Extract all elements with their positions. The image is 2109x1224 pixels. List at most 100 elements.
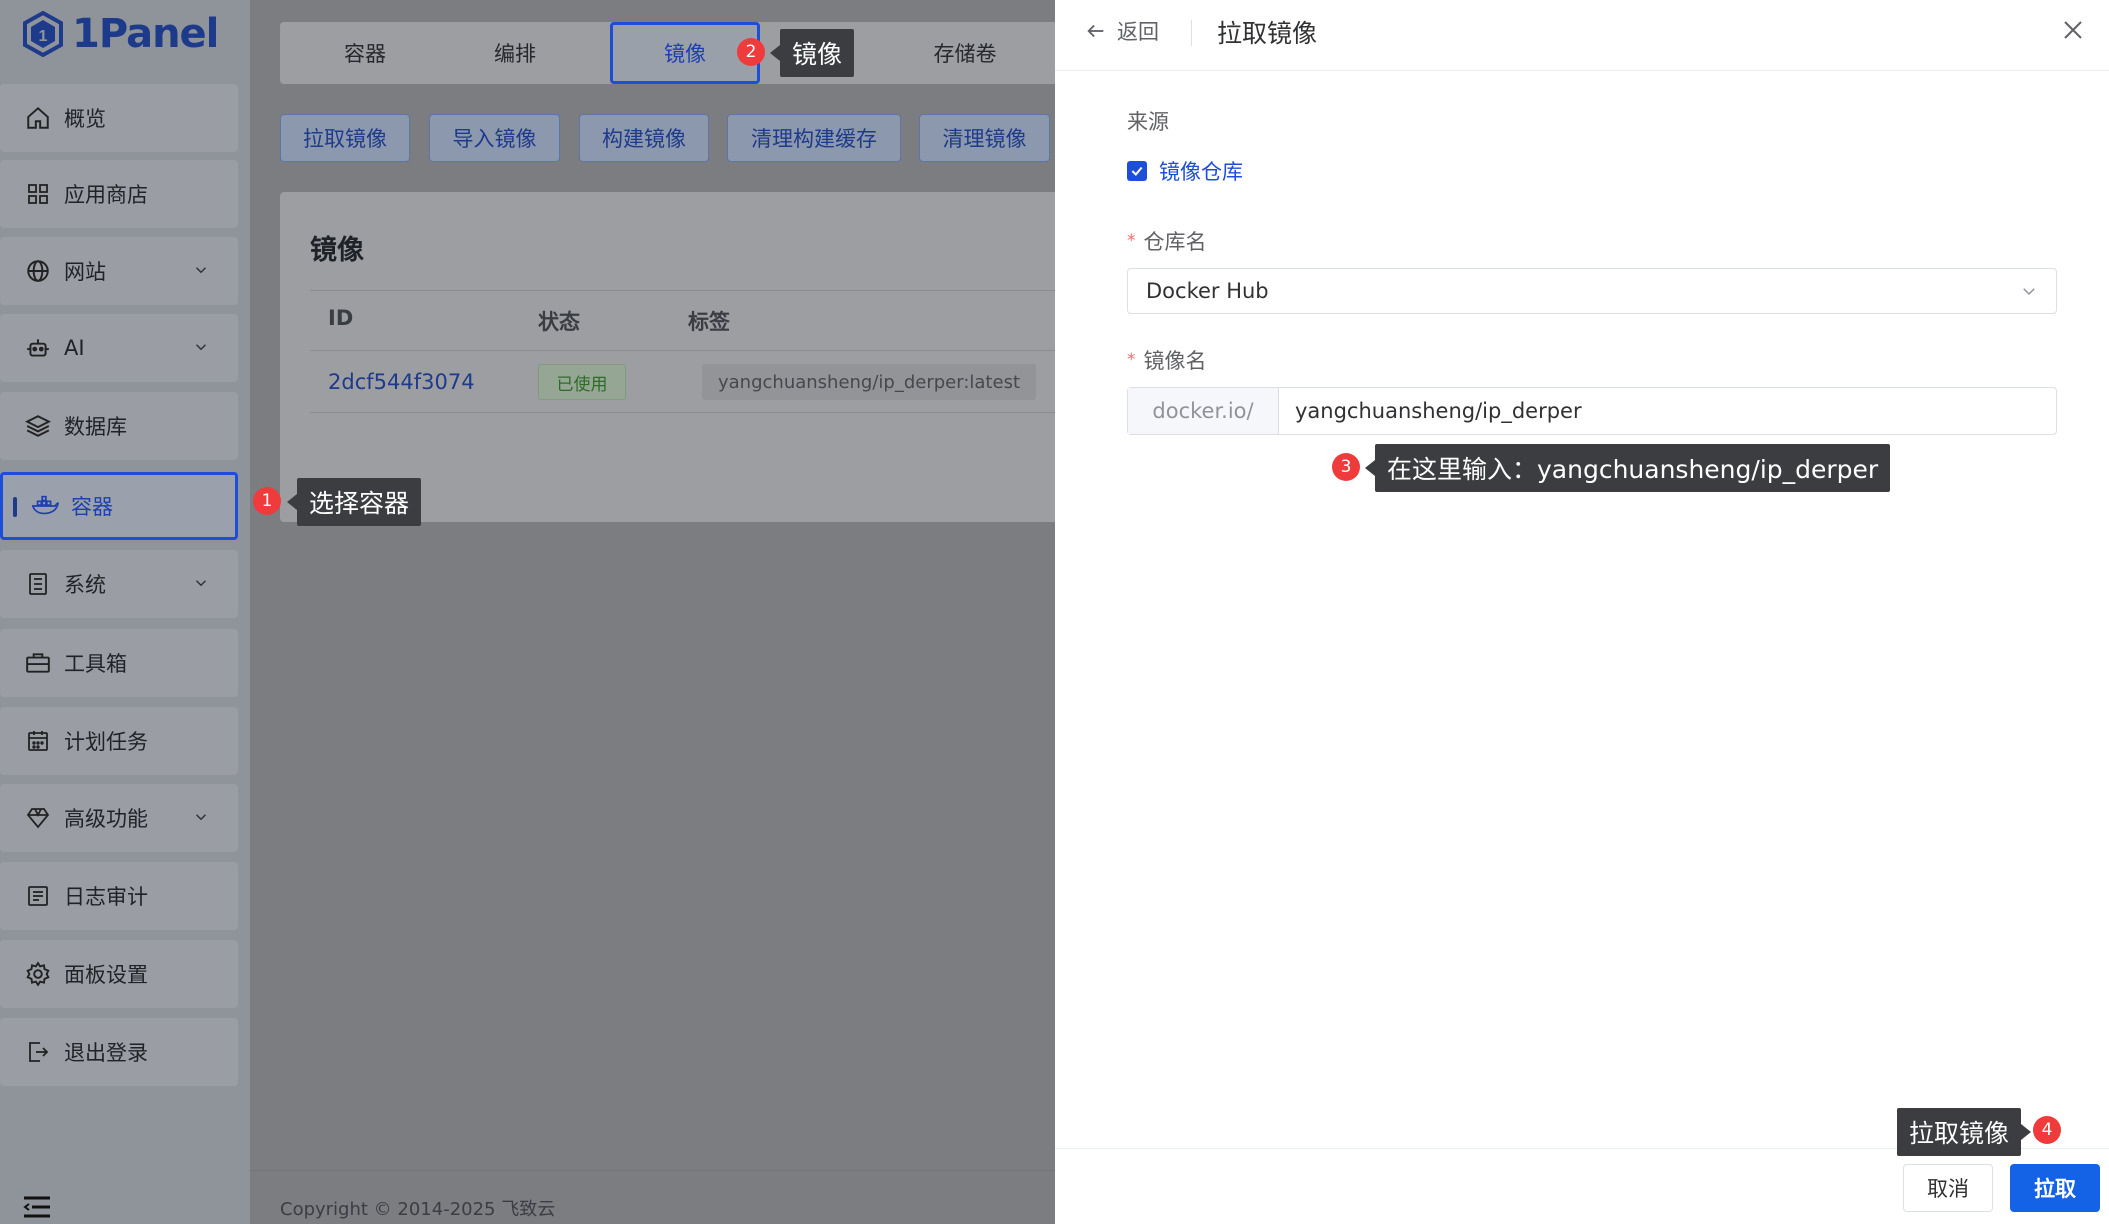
sidebar-item-label: 工具箱 — [64, 652, 127, 676]
home-icon — [24, 104, 52, 132]
image-name-group: docker.io/ — [1127, 387, 2057, 435]
back-button[interactable]: 返回 — [1085, 16, 1159, 46]
pull-image-drawer: 返回 拉取镜像 来源 镜像仓库 * 仓库名 Docker Hub * 镜像名 doc… — [1055, 0, 2109, 1224]
pull-image-button[interactable]: 拉取镜像 — [280, 114, 410, 162]
sidebar-item-advanced[interactable]: 高级功能 — [0, 784, 238, 852]
images-card-title: 镜像 — [310, 235, 364, 266]
image-name-label-text: 镜像名 — [1143, 349, 1207, 373]
grid-icon — [24, 180, 52, 208]
robot-icon — [24, 334, 52, 362]
copyright-text: Copyright © 2014-2025 飞致云 — [280, 1199, 556, 1220]
sidebar-item-label: 高级功能 — [64, 807, 148, 831]
sidebar-item-label: 退出登录 — [64, 1041, 148, 1065]
column-header-id: ID — [328, 306, 354, 330]
toolbox-icon — [24, 649, 52, 677]
clean-build-cache-button[interactable]: 清理构建缓存 — [727, 114, 901, 162]
server-icon — [24, 570, 52, 598]
sidebar-item-app-store[interactable]: 应用商店 — [0, 160, 238, 228]
sidebar-item-label: 系统 — [64, 573, 106, 597]
source-label: 来源 — [1127, 110, 1169, 134]
sidebar-item-logs[interactable]: 日志审计 — [0, 862, 238, 930]
pull-button[interactable]: 拉取 — [2010, 1164, 2100, 1212]
checkbox-checked-icon[interactable] — [1127, 161, 1147, 181]
import-image-button[interactable]: 导入镜像 — [429, 114, 560, 162]
docker-icon — [31, 492, 59, 520]
annotation-marker-1: 1 — [253, 487, 281, 515]
repo-select[interactable]: Docker Hub — [1127, 268, 2057, 314]
chevron-down-icon — [195, 344, 207, 351]
drawer-title: 拉取镜像 — [1217, 19, 1318, 48]
annotation-marker-4: 4 — [2033, 1116, 2061, 1144]
sidebar-item-label: 容器 — [71, 495, 113, 519]
drawer-header: 返回 拉取镜像 — [1055, 0, 2109, 71]
tab-volumes[interactable]: 存储卷 — [890, 22, 1040, 84]
app-logo[interactable]: 1 1Panel — [22, 8, 219, 60]
repo-label-text: 仓库名 — [1143, 230, 1207, 254]
tab-containers[interactable]: 容器 — [290, 22, 440, 84]
sidebar-item-toolbox[interactable]: 工具箱 — [0, 629, 238, 697]
image-name-input[interactable] — [1279, 388, 2056, 434]
build-image-button[interactable]: 构建镜像 — [579, 114, 709, 162]
main-content: 容器 编排 镜像 存储卷 拉取镜像 导入镜像 构建镜像 清理构建缓存 清理镜像 … — [250, 0, 1070, 1224]
close-icon[interactable] — [2061, 18, 2085, 42]
collapse-menu-icon[interactable] — [22, 1194, 52, 1220]
annotation-callout-2: 镜像 — [769, 29, 855, 77]
sidebar-item-overview[interactable]: 概览 — [0, 84, 238, 152]
divider — [1191, 20, 1192, 46]
sidebar-item-cron[interactable]: 计划任务 — [0, 707, 238, 775]
chevron-down-icon — [195, 814, 207, 821]
column-header-tag: 标签 — [688, 310, 730, 334]
images-card — [280, 192, 1070, 522]
sidebar-item-database[interactable]: 数据库 — [0, 392, 238, 460]
gear-icon — [24, 960, 52, 988]
sidebar-item-website[interactable]: 网站 — [0, 237, 238, 305]
annotation-callout-1: 选择容器 — [286, 478, 422, 526]
annotation-callout-3: 在这里输入：yangchuansheng/ip_derper — [1364, 444, 1891, 492]
sidebar-item-ai[interactable]: AI — [0, 314, 238, 382]
logo-text: 1Panel — [72, 11, 219, 57]
chevron-down-icon — [2023, 288, 2035, 296]
required-mark: * — [1127, 350, 1136, 370]
repo-label: * 仓库名 — [1127, 226, 1207, 256]
sidebar-item-system[interactable]: 系统 — [0, 550, 238, 618]
log-icon — [24, 882, 52, 910]
repo-select-value: Docker Hub — [1146, 279, 1269, 303]
logo-icon: 1 — [22, 11, 64, 57]
required-mark: * — [1127, 231, 1136, 251]
image-tag-badge: yangchuansheng/ip_derper:latest — [702, 364, 1037, 400]
logout-icon — [24, 1038, 52, 1066]
globe-icon — [24, 257, 52, 285]
sidebar-item-settings[interactable]: 面板设置 — [0, 940, 238, 1008]
sidebar-item-logout[interactable]: 退出登录 — [0, 1018, 238, 1086]
sidebar-item-container[interactable]: 容器 — [0, 472, 238, 540]
back-label: 返回 — [1117, 20, 1159, 44]
prune-images-button[interactable]: 清理镜像 — [919, 114, 1050, 162]
diamond-icon — [24, 804, 52, 832]
sidebar-item-label: 日志审计 — [64, 885, 148, 909]
divider — [310, 412, 1070, 413]
tab-compose[interactable]: 编排 — [440, 22, 590, 84]
status-badge: 已使用 — [538, 364, 626, 400]
source-option-label: 镜像仓库 — [1159, 160, 1243, 184]
chevron-down-icon — [195, 267, 207, 274]
sidebar-item-label: 概览 — [64, 107, 106, 131]
sidebar-item-label: 面板设置 — [64, 963, 148, 987]
svg-text:1: 1 — [39, 28, 48, 45]
image-prefix: docker.io/ — [1128, 388, 1279, 434]
calendar-icon — [24, 727, 52, 755]
sidebar-item-label: 计划任务 — [64, 730, 148, 754]
chevron-down-icon — [195, 580, 207, 587]
sidebar-item-label: 数据库 — [64, 415, 127, 439]
image-name-label: * 镜像名 — [1127, 345, 1207, 375]
source-checkbox[interactable]: 镜像仓库 — [1127, 156, 1243, 186]
image-id-link[interactable]: 2dcf544f3074 — [328, 370, 475, 394]
divider — [310, 290, 1070, 291]
divider — [310, 350, 1070, 351]
sidebar-item-label: 应用商店 — [64, 183, 148, 207]
annotation-marker-3: 3 — [1332, 453, 1360, 481]
annotation-marker-2: 2 — [737, 38, 765, 66]
column-header-status: 状态 — [538, 310, 580, 334]
cancel-button[interactable]: 取消 — [1903, 1164, 1993, 1212]
sidebar-item-label: AI — [64, 336, 85, 360]
layers-icon — [24, 412, 52, 440]
